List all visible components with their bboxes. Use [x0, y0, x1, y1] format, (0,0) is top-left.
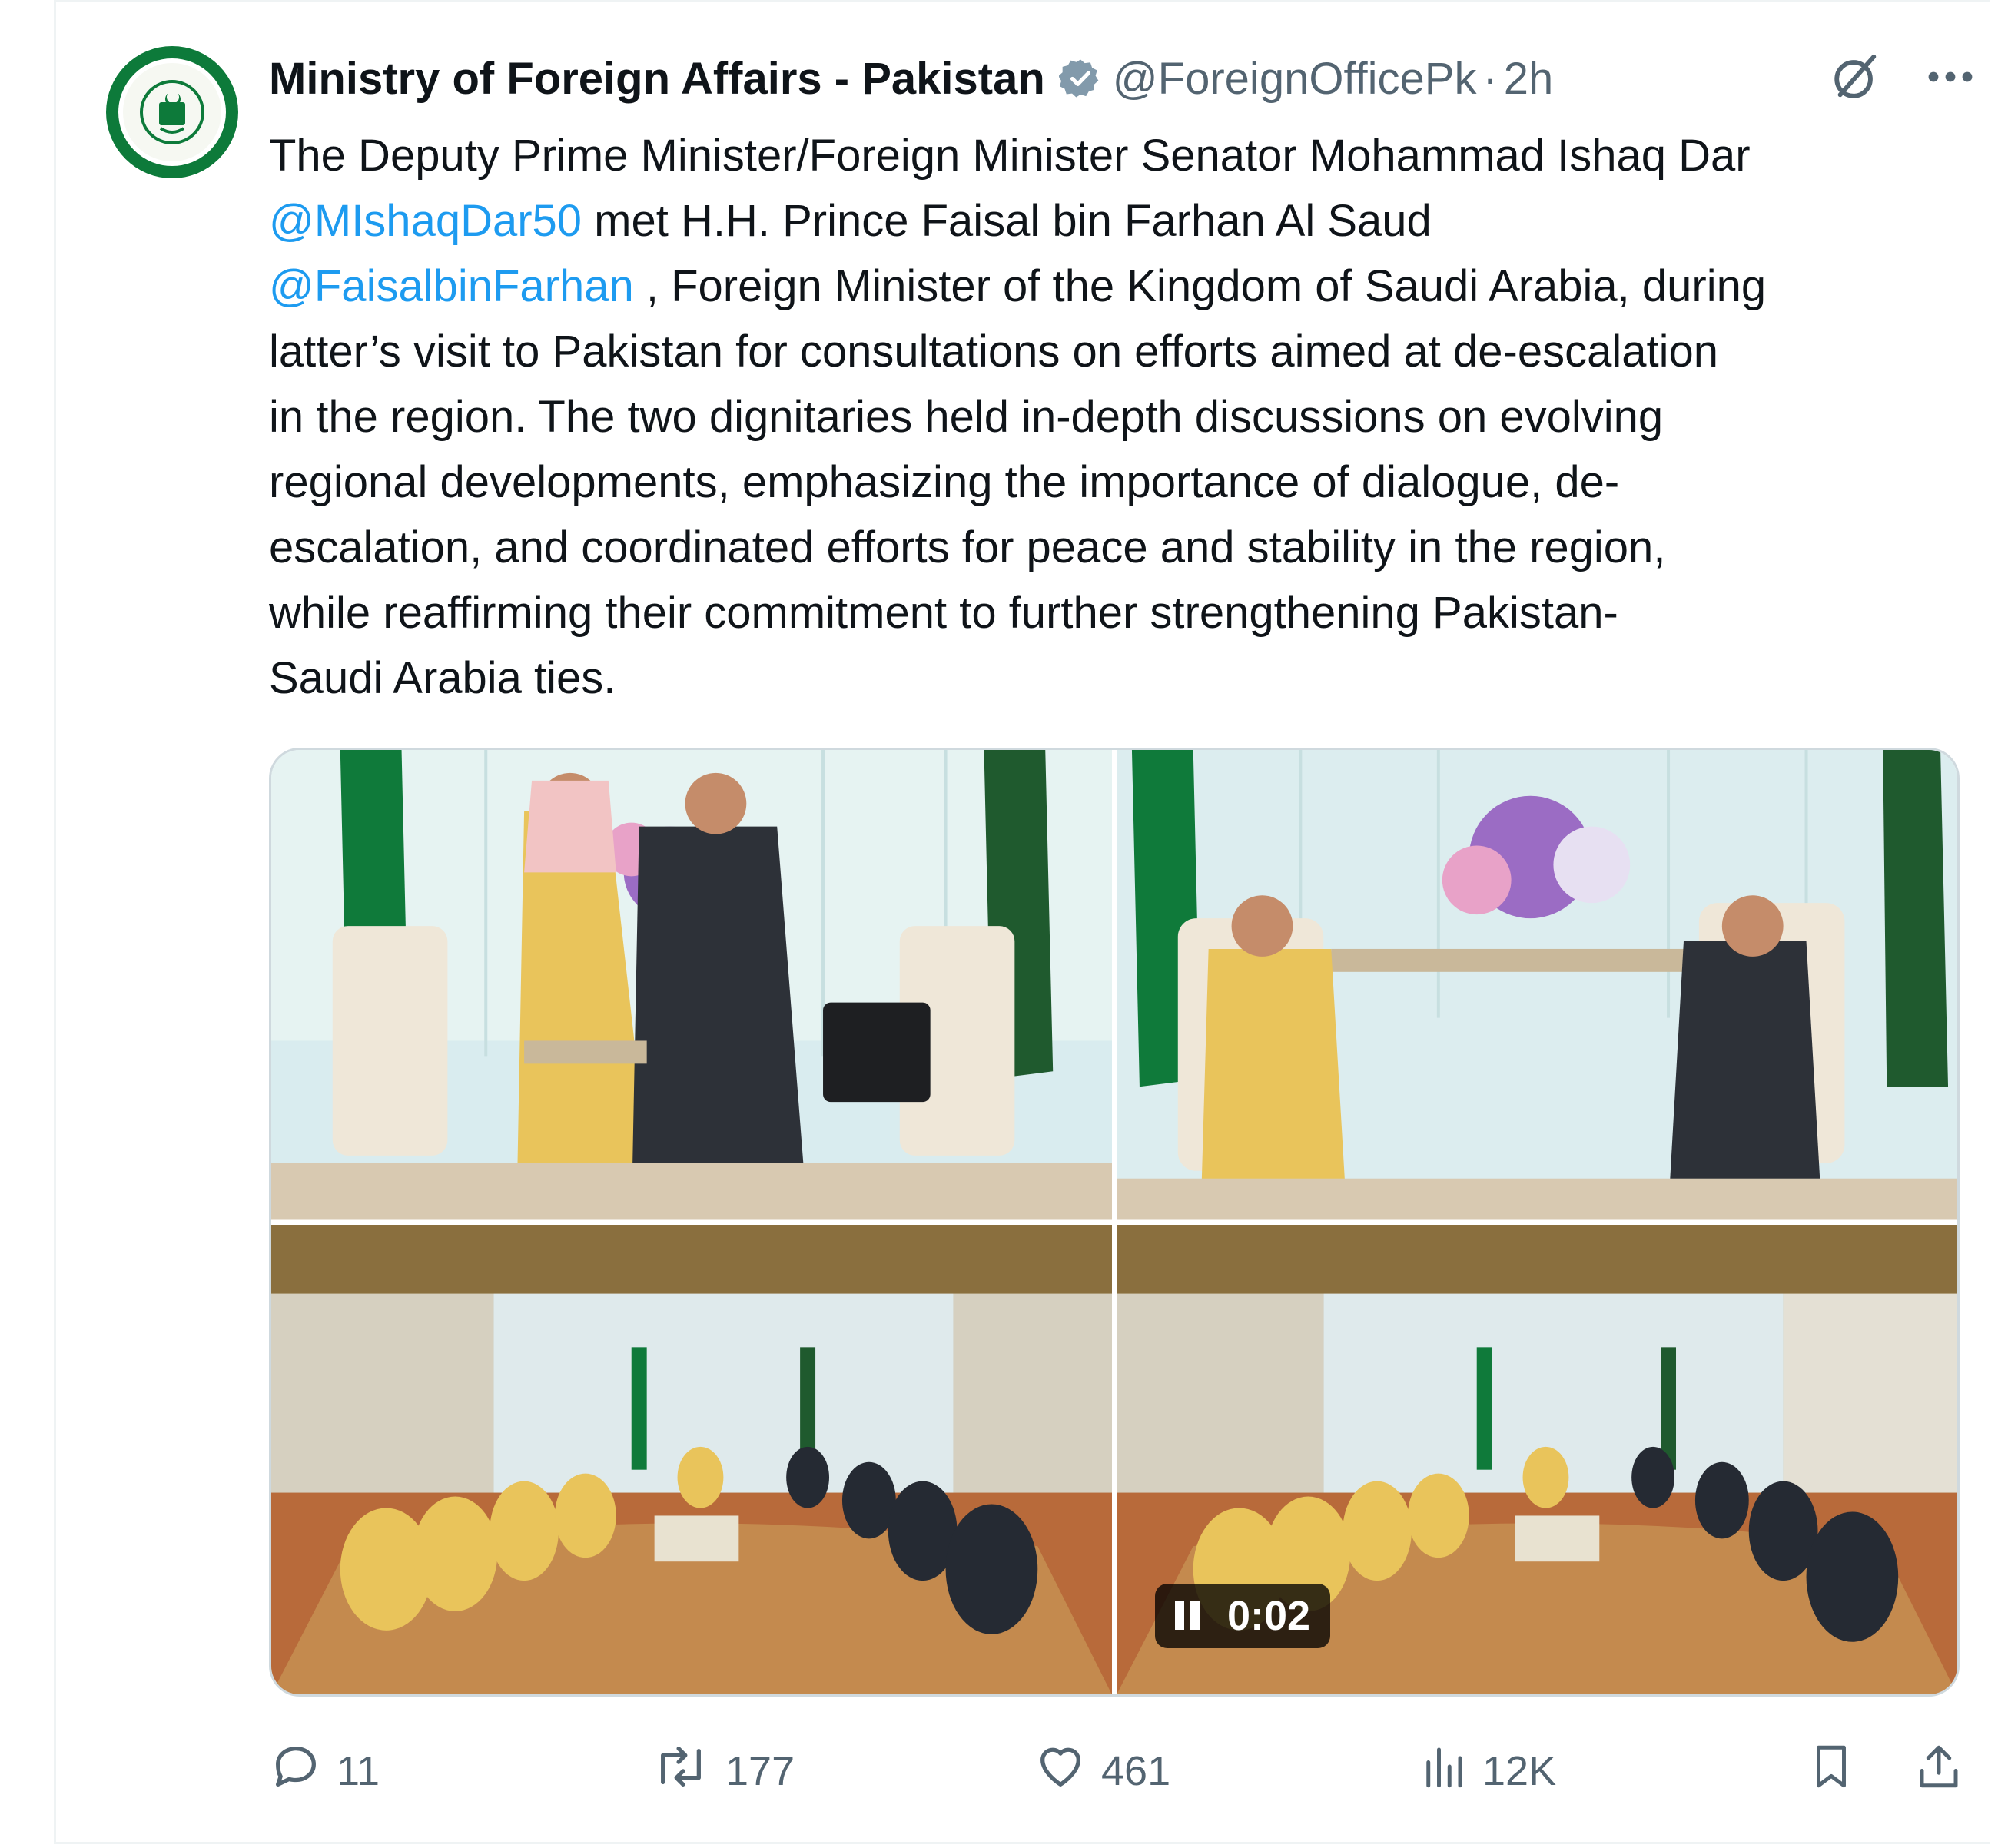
- media-photo-2[interactable]: [1117, 750, 1957, 1220]
- views-icon: [1418, 1740, 1469, 1803]
- like-icon: [1034, 1740, 1087, 1803]
- emblem-icon: [140, 80, 204, 144]
- bookmark-button[interactable]: [1806, 1733, 1857, 1810]
- mention-link-faisalbinfarhan[interactable]: @FaisalbinFarhan: [269, 261, 634, 311]
- repost-button[interactable]: 177: [650, 1733, 795, 1810]
- display-name[interactable]: Ministry of Foreign Affairs - Pakistan: [269, 53, 1045, 105]
- media-video[interactable]: 0:02: [1117, 1224, 1957, 1694]
- verified-badge-icon: [1058, 57, 1102, 100]
- tweet-text-part: The Deputy Prime Minister/Foreign Minist…: [269, 131, 1751, 181]
- media-grid: 0:02: [269, 748, 1960, 1697]
- user-handle[interactable]: @ForeignOfficePk: [1113, 53, 1477, 105]
- views-count: 12K: [1482, 1748, 1557, 1794]
- media-photo-3[interactable]: [271, 1224, 1112, 1694]
- mention-link-mishaqdar[interactable]: @MIshaqDar50: [269, 196, 582, 246]
- bookmark-icon: [1806, 1740, 1857, 1803]
- tweet-text-part: , Foreign Minister of the Kingdom of Sau…: [269, 261, 1767, 703]
- header-actions: [1829, 48, 1975, 109]
- tweet-text-part: met H.H. Prince Faisal bin Farhan Al Sau…: [594, 196, 1432, 246]
- grok-icon[interactable]: [1829, 50, 1883, 108]
- avatar-emblem: [118, 58, 226, 166]
- reply-icon: [269, 1740, 323, 1803]
- action-bar: 11 177 461 12K: [269, 1733, 1975, 1810]
- pause-icon[interactable]: [1175, 1592, 1206, 1640]
- reply-count: 11: [337, 1748, 380, 1794]
- more-icon[interactable]: [1926, 69, 1975, 88]
- repost-icon: [650, 1740, 712, 1803]
- avatar[interactable]: [106, 46, 238, 178]
- views-button[interactable]: 12K: [1418, 1733, 1556, 1810]
- like-count: 461: [1101, 1748, 1171, 1794]
- repost-count: 177: [725, 1748, 795, 1794]
- tweet-header: Ministry of Foreign Affairs - Pakistan @…: [269, 48, 1553, 109]
- share-icon: [1913, 1740, 1964, 1803]
- media-photo-1[interactable]: [271, 750, 1112, 1220]
- like-button[interactable]: 461: [1034, 1733, 1170, 1810]
- share-button[interactable]: [1913, 1733, 1964, 1810]
- reply-button[interactable]: 11: [269, 1733, 380, 1810]
- timestamp[interactable]: 2h: [1504, 53, 1554, 105]
- separator-dot: ·: [1482, 53, 1498, 104]
- tweet-text: The Deputy Prime Minister/Foreign Minist…: [269, 123, 1983, 711]
- video-time: 0:02: [1227, 1593, 1311, 1639]
- video-timer-badge[interactable]: 0:02: [1155, 1584, 1331, 1648]
